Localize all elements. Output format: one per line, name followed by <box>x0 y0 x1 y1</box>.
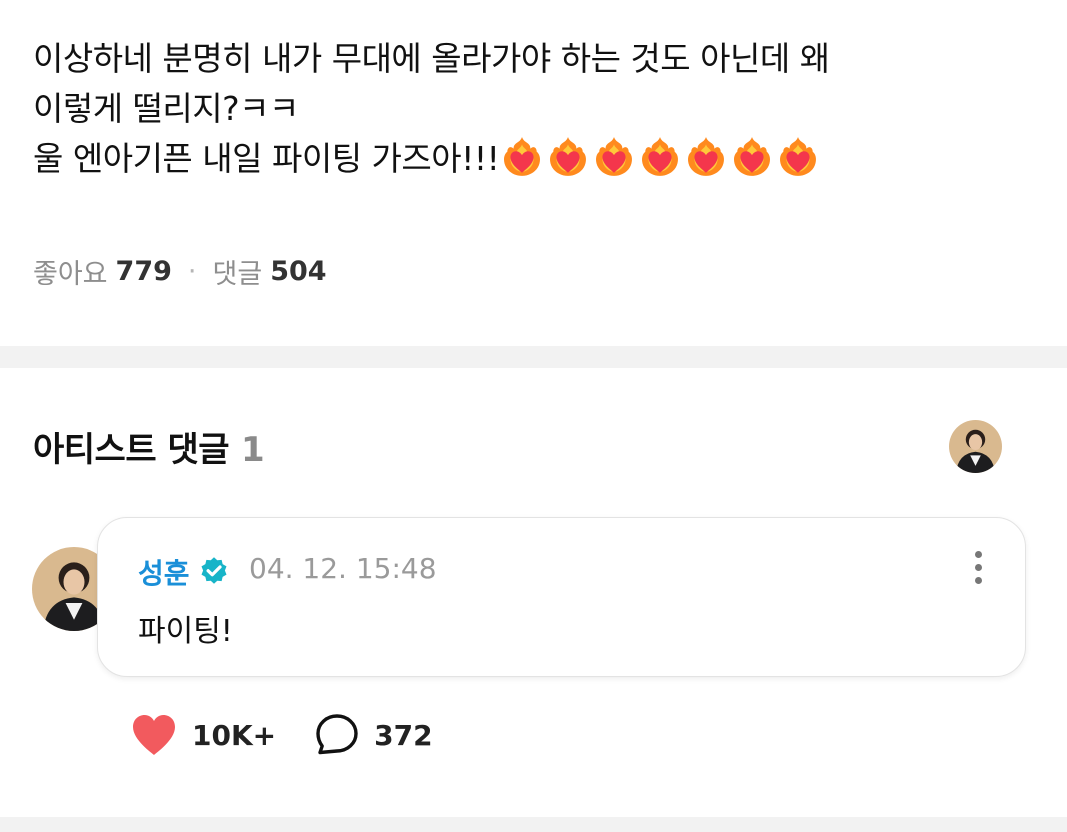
post-line: 울 엔아기픈 내일 파이팅 가즈아!!! <box>33 134 1033 184</box>
separator-dot: · <box>187 256 197 287</box>
likes-label: 좋아요 <box>33 259 108 290</box>
avatar-image <box>949 420 1002 473</box>
post-line-text: 울 엔아기픈 내일 파이팅 가즈아!!! <box>33 139 500 178</box>
heart-on-fire-icon <box>550 137 587 176</box>
artist-comments-label: 아티스트 댓글 <box>33 430 230 470</box>
post-line: 이렇게 떨리지?ㅋㅋ <box>33 89 299 128</box>
comments-label: 댓글 <box>212 259 263 290</box>
heart-on-fire-icon <box>780 137 817 176</box>
post-line: 이상하네 분명히 내가 무대에 올라가야 하는 것도 아닌데 왜 <box>33 39 830 78</box>
reply-button[interactable]: 372 <box>314 713 433 757</box>
heart-on-fire-icon <box>642 137 679 176</box>
section-divider <box>0 817 1067 832</box>
heart-on-fire-icon <box>596 137 633 176</box>
comment-actions: 10K+ 372 <box>130 713 433 757</box>
post-body: 이상하네 분명히 내가 무대에 올라가야 하는 것도 아닌데 왜 이렇게 떨리지… <box>33 34 1033 184</box>
artist-comments-title: 아티스트 댓글 1 <box>33 422 265 471</box>
likes-count: 779 <box>115 256 172 287</box>
heart-on-fire-icon <box>688 137 725 176</box>
verified-badge-icon <box>201 557 227 584</box>
heart-on-fire-icon <box>734 137 771 176</box>
artist-comment-card[interactable]: 성훈 04. 12. 15:48 파이팅! <box>97 517 1026 677</box>
artist-avatar-small[interactable] <box>949 420 1002 473</box>
heart-icon <box>133 715 175 755</box>
comment-timestamp: 04. 12. 15:48 <box>249 552 437 585</box>
like-button[interactable]: 10K+ <box>130 713 276 757</box>
like-count: 10K+ <box>192 718 277 752</box>
heart-on-fire-icon <box>504 137 541 176</box>
more-options-icon[interactable] <box>971 551 985 589</box>
comment-text: 파이팅! <box>138 614 233 649</box>
artist-comments-count: 1 <box>241 430 265 470</box>
post-stats: 좋아요 779 · 댓글 504 <box>33 252 327 291</box>
section-divider <box>0 346 1067 368</box>
comments-count: 504 <box>270 256 327 287</box>
reply-count: 372 <box>374 718 433 752</box>
speech-bubble-icon <box>316 714 358 755</box>
comment-author[interactable]: 성훈 <box>138 552 190 592</box>
emoji-row <box>501 136 819 178</box>
